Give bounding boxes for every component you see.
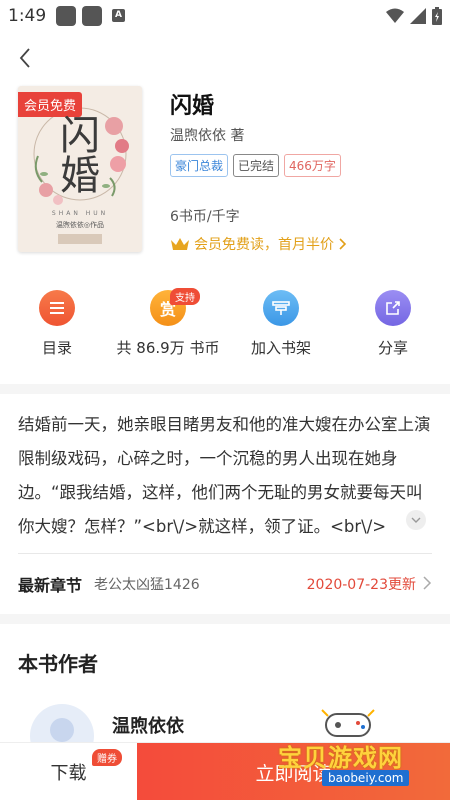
chevron-right-icon [339,238,347,250]
action-row: 目录 赏 共 86.9万 书币 支持 加入书架 分享 [0,288,450,362]
vip-offer-link[interactable]: 会员免费读，首月半价 [170,234,348,254]
chevron-right-icon [423,576,432,590]
expand-synopsis-button[interactable] [406,510,426,530]
book-price: 6书币/千字 [170,209,240,225]
app-notification-icon: A [112,9,125,22]
share-label: 分享 [377,339,408,357]
status-time: 1:49 [8,6,47,26]
share-button[interactable]: 分享 [338,290,448,358]
battery-icon [432,7,442,25]
book-tags: 豪门总裁 已完结 466万字 [170,154,341,177]
status-indicators [386,7,442,25]
book-synopsis[interactable]: 结婚前一天，她亲眼目睹男友和他的准大嫂在办公室上演限制级戏码，心碎之时，一个沉稳… [18,408,432,544]
cover-author: 温煦依依◎作品 [55,221,105,229]
wifi-icon [386,8,404,23]
tag-status: 已完结 [233,154,280,177]
section-divider [0,614,450,624]
book-title: 闪婚 [170,94,215,119]
cover-title: 闪婚 [60,113,100,199]
latest-chapter-label: 最新章节 [18,576,83,595]
reward-button[interactable]: 赏 共 86.9万 书币 [113,290,223,358]
section-divider [0,384,450,394]
book-author[interactable]: 温煦依依 著 [170,125,244,145]
chevron-left-icon [19,48,30,68]
divider [18,553,432,554]
status-bar: 1:49 A [0,0,450,32]
catalog-button[interactable]: 目录 [2,290,112,358]
watermark-url: baobeiy.com [322,770,410,786]
latest-update-date: 2020-07-23更新 [306,577,416,593]
catalog-icon [39,290,75,326]
bookshelf-icon [263,290,299,326]
tag-genre[interactable]: 豪门总裁 [170,154,229,177]
author-name[interactable]: 温煦依依 [112,712,184,738]
latest-chapter-title: 老公太凶猛1426 [94,577,200,593]
author-section-heading: 本书作者 [18,652,98,676]
notification-icon [82,6,102,26]
add-to-shelf-button[interactable]: 加入书架 [226,290,336,358]
site-watermark: 宝贝游戏网 baobeiy.com [262,706,450,800]
vip-offer-text: 会员免费读，首月半价 [194,237,334,253]
add-to-shelf-label: 加入书架 [250,339,311,357]
tag-wordcount: 466万字 [284,154,341,177]
support-badge: 支持 [170,288,200,305]
notification-icon [56,6,76,26]
coupon-badge: 赠券 [92,749,122,766]
latest-chapter-row[interactable]: 最新章节 老公太凶猛1426 2020-07-23更新 [18,572,432,596]
signal-icon [410,8,426,24]
cover-pinyin: SHAN HUN [51,210,109,217]
share-icon [375,290,411,326]
catalog-label: 目录 [41,339,72,357]
gamepad-icon [321,709,375,737]
chevron-down-icon [411,517,421,523]
watermark-text: 宝贝游戏网 [278,744,403,772]
reward-label: 共 86.9万 书币 [116,339,220,357]
book-cover[interactable]: 会员免费 闪婚 SHAN HUN 温煦依依◎作品 [18,86,142,252]
back-button[interactable] [14,46,38,70]
crown-icon [171,238,189,250]
